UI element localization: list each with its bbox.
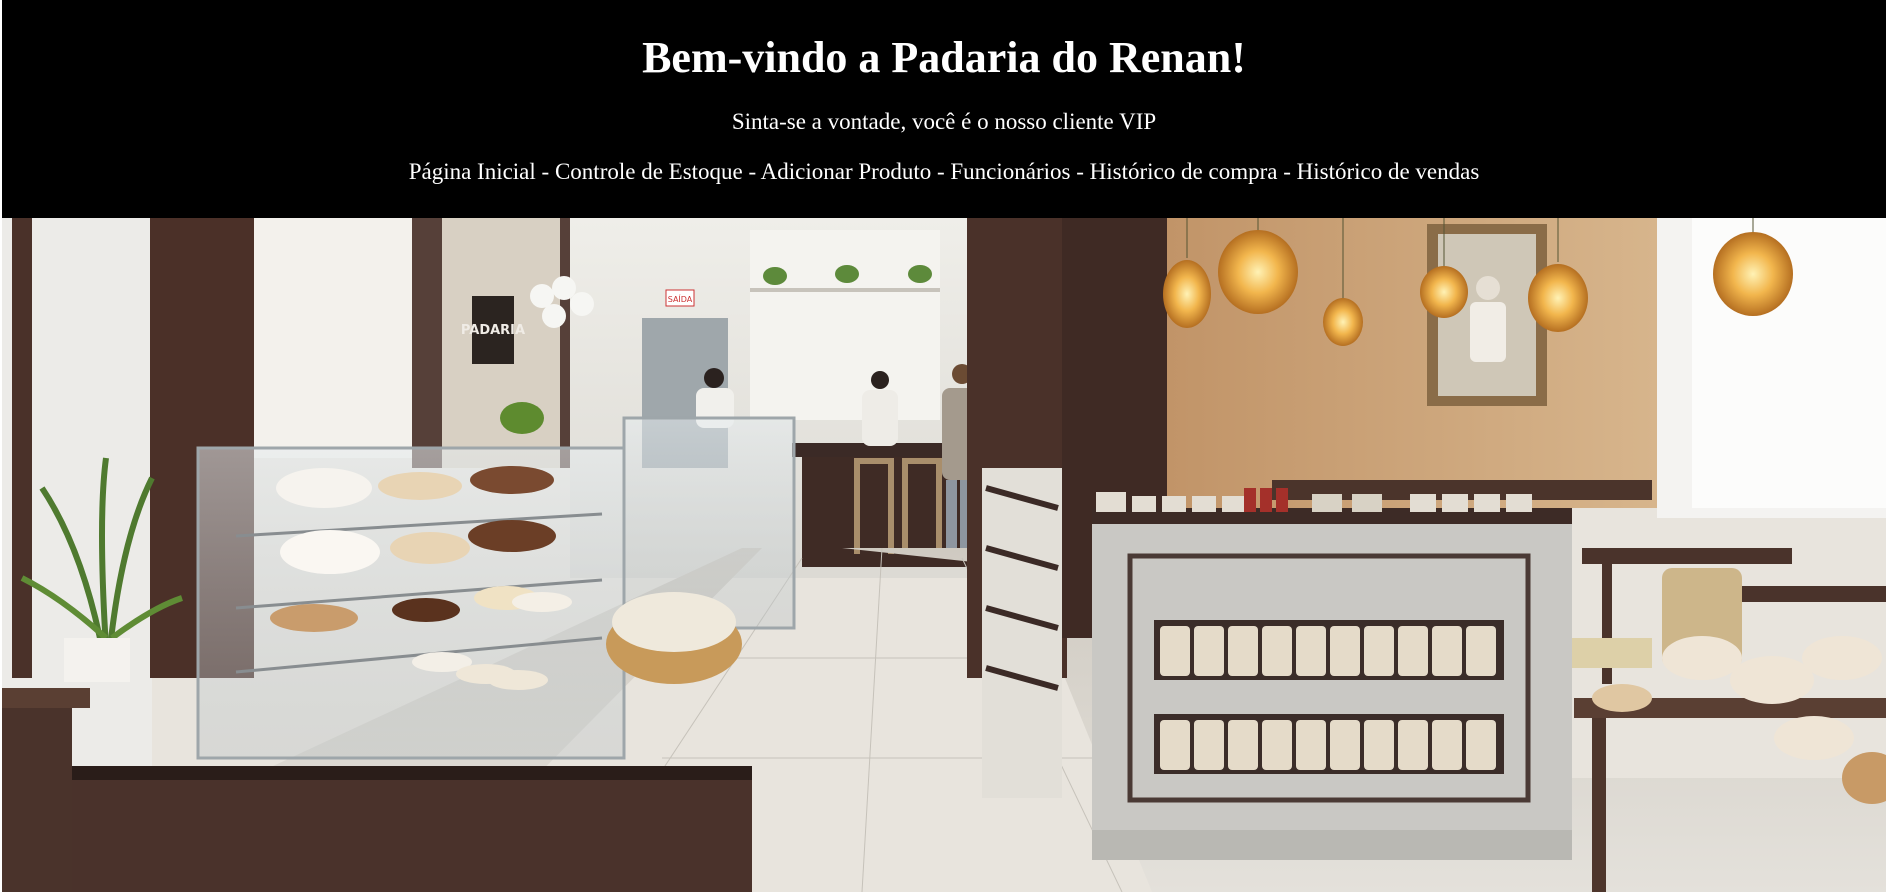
main-nav: Página Inicial - Controle de Estoque - A… (2, 158, 1886, 186)
nav-link-pagina-inicial[interactable]: Página Inicial (409, 159, 536, 184)
display-counter (72, 773, 752, 892)
site-header: Bem-vindo a Padaria do Renan! Sinta-se a… (2, 0, 1886, 218)
nav-link-historico-de-compra[interactable]: Histórico de compra (1090, 159, 1278, 184)
nav-separator: - (1277, 159, 1297, 184)
nav-separator: - (742, 159, 761, 184)
hero-image: PADARIA SAÍDA (2, 218, 1886, 892)
bakery-interior-photo: PADARIA SAÍDA (2, 218, 1886, 892)
exit-sign-text: SAÍDA (668, 293, 693, 304)
nav-separator: - (535, 159, 555, 184)
nav-link-historico-de-vendas[interactable]: Histórico de vendas (1297, 159, 1480, 184)
nav-link-funcionarios[interactable]: Funcionários (950, 159, 1070, 184)
nav-link-adicionar-produto[interactable]: Adicionar Produto (761, 159, 932, 184)
nav-link-controle-de-estoque[interactable]: Controle de Estoque (555, 159, 743, 184)
page-title: Bem-vindo a Padaria do Renan! (642, 33, 1246, 82)
nav-separator: - (1070, 159, 1090, 184)
nav-separator: - (931, 159, 951, 184)
page: Bem-vindo a Padaria do Renan! Sinta-se a… (2, 0, 1886, 892)
padaria-sign-text: PADARIA (461, 323, 525, 338)
page-subtitle: Sinta-se a vontade, você é o nosso clien… (731, 109, 1157, 134)
